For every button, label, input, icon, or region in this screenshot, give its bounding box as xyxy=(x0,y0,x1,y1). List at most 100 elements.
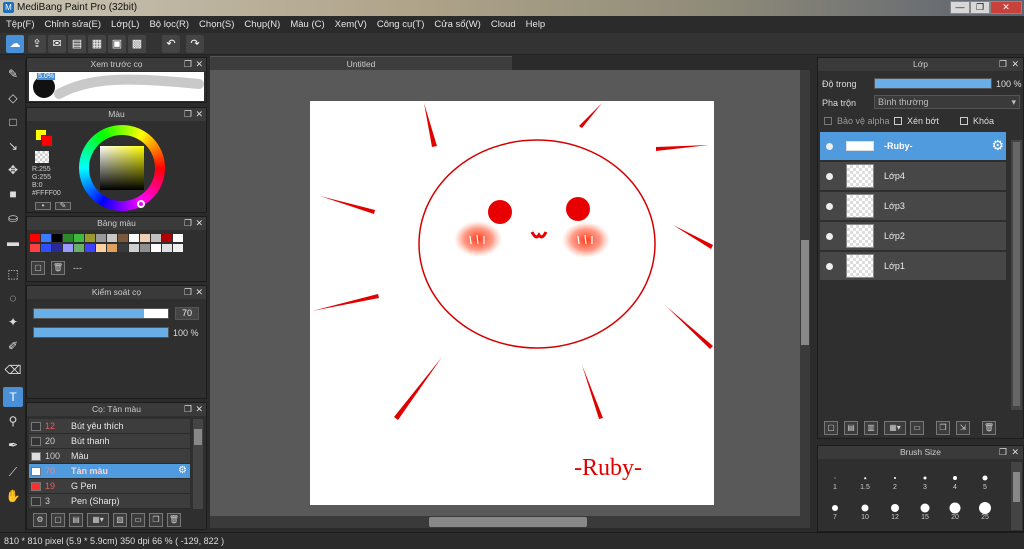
color-edit-button[interactable]: ✎ xyxy=(55,202,71,210)
close-button[interactable]: ✕ xyxy=(990,1,1022,14)
panel-close-icon[interactable]: ✕ xyxy=(1011,58,1019,71)
palette-swatch[interactable] xyxy=(52,234,62,242)
palette-swatch[interactable] xyxy=(74,244,84,252)
brush-duplicate-icon[interactable]: ❐ xyxy=(149,513,163,527)
palette-swatch[interactable] xyxy=(107,244,117,252)
menu-layer[interactable]: Lớp(L) xyxy=(111,16,139,33)
menu-filter[interactable]: Bộ lọc(R) xyxy=(149,16,189,33)
delete-palette-icon[interactable]: 🗑 xyxy=(51,261,65,275)
palette-swatch[interactable] xyxy=(162,244,172,252)
brush-opacity-slider[interactable] xyxy=(33,327,169,338)
panel-close-icon[interactable]: ✕ xyxy=(195,217,203,230)
share-icon[interactable]: ⇪ xyxy=(28,35,46,53)
panel-float-icon[interactable]: ❐ xyxy=(999,446,1007,459)
palette-swatch[interactable] xyxy=(85,244,95,252)
layer-row[interactable]: Lớp2 xyxy=(820,222,1006,251)
palette-swatch[interactable] xyxy=(74,234,84,242)
palette-swatch[interactable] xyxy=(129,234,139,242)
grid-icon[interactable]: ▩ xyxy=(128,35,146,53)
panel-float-icon[interactable]: ❐ xyxy=(184,286,192,299)
visibility-eye-icon[interactable] xyxy=(826,173,833,180)
clipping-checkbox[interactable] xyxy=(894,117,902,125)
panel-close-icon[interactable]: ✕ xyxy=(1011,446,1019,459)
canvas-vertical-scrollbar[interactable] xyxy=(800,70,810,516)
palette-swatch[interactable] xyxy=(129,244,139,252)
palette-swatch[interactable] xyxy=(30,234,40,242)
layer-list-scrollbar[interactable] xyxy=(1011,140,1022,410)
hand-tool-icon[interactable]: ✋ xyxy=(3,486,23,506)
brush-size-option[interactable]: 2 xyxy=(880,464,910,494)
brush-size-option[interactable]: 20 xyxy=(940,494,970,524)
visibility-eye-icon[interactable] xyxy=(826,143,833,150)
duplicate-layer-icon[interactable]: ❐ xyxy=(936,421,950,435)
cloud-icon[interactable]: ☁ xyxy=(6,35,24,53)
brush-list-item[interactable]: 20 Bút thanh xyxy=(29,434,190,449)
lock-checkbox[interactable] xyxy=(960,117,968,125)
palette-swatch[interactable] xyxy=(118,244,128,252)
menu-cloud[interactable]: Cloud xyxy=(491,16,516,33)
layer-opacity-slider[interactable] xyxy=(874,78,992,89)
eraser-tool-icon[interactable]: ◇ xyxy=(3,88,23,108)
menu-select[interactable]: Chọn(S) xyxy=(199,16,234,33)
brush-list-item[interactable]: 12 Bút yêu thích xyxy=(29,419,190,434)
chat-icon[interactable]: ▤ xyxy=(68,35,86,53)
brush-size-option[interactable]: 3 xyxy=(910,464,940,494)
drawing-canvas[interactable]: -Ruby- xyxy=(310,101,714,505)
canvas-area[interactable]: -Ruby- xyxy=(210,70,810,516)
menu-window[interactable]: Cửa sổ(W) xyxy=(434,16,480,33)
palette-swatch[interactable] xyxy=(162,234,172,242)
new-layer-1bit-icon[interactable]: ▥ xyxy=(864,421,878,435)
layer-row[interactable]: Lớp3 xyxy=(820,192,1006,221)
select-pen-icon[interactable]: ✐ xyxy=(3,336,23,356)
menu-snap[interactable]: Chụp(N) xyxy=(244,16,280,33)
canvas-horizontal-scrollbar[interactable] xyxy=(210,516,810,528)
saturation-value-square[interactable] xyxy=(100,146,144,190)
document-icon[interactable]: ▦ xyxy=(88,35,106,53)
transparent-swatch[interactable] xyxy=(35,151,49,163)
palette-swatch[interactable] xyxy=(41,244,51,252)
shape-tool-icon[interactable]: □ xyxy=(3,112,23,132)
add-layer-menu-icon[interactable]: ▦▾ xyxy=(884,421,906,435)
brush-tool-icon[interactable]: ✎ xyxy=(3,64,23,84)
brush-size-option[interactable]: 25 xyxy=(970,494,1000,524)
panel-float-icon[interactable]: ❐ xyxy=(999,58,1007,71)
palette-swatch[interactable] xyxy=(173,234,183,242)
layer-row[interactable]: Lớp1 xyxy=(820,252,1006,281)
brush-list-scrollbar[interactable] xyxy=(193,419,203,509)
brush-size-option[interactable]: 4 xyxy=(940,464,970,494)
hue-ring[interactable] xyxy=(79,125,165,211)
layer-row[interactable]: Lớp4 xyxy=(820,162,1006,191)
protect-alpha-checkbox[interactable] xyxy=(824,117,832,125)
panel-float-icon[interactable]: ❐ xyxy=(184,108,192,121)
brush-size-option[interactable]: 1 xyxy=(820,464,850,494)
brush-size-scrollbar[interactable] xyxy=(1011,462,1022,530)
new-layer-icon[interactable]: ▢ xyxy=(824,421,838,435)
palette-swatch[interactable] xyxy=(107,234,117,242)
palette-swatch[interactable] xyxy=(151,244,161,252)
panel-close-icon[interactable]: ✕ xyxy=(195,108,203,121)
panel-close-icon[interactable]: ✕ xyxy=(195,286,203,299)
magic-wand-icon[interactable]: ✦ xyxy=(3,312,23,332)
panel-close-icon[interactable]: ✕ xyxy=(195,403,203,416)
blend-mode-select[interactable]: Bình thường ▾ xyxy=(874,95,1020,109)
visibility-eye-icon[interactable] xyxy=(826,233,833,240)
visibility-eye-icon[interactable] xyxy=(826,263,833,270)
select-eraser-icon[interactable]: ⌫ xyxy=(3,360,23,380)
brush-size-option[interactable]: 10 xyxy=(850,494,880,524)
menu-view[interactable]: Xem(V) xyxy=(335,16,367,33)
gradient-tool-icon[interactable]: ▬ xyxy=(3,232,23,252)
undo-icon[interactable]: ↶ xyxy=(162,35,180,53)
document-tab[interactable]: Untitled xyxy=(210,56,512,70)
palette-swatch[interactable] xyxy=(140,234,150,242)
secondary-color-swatch[interactable] xyxy=(41,135,53,147)
panel-float-icon[interactable]: ❐ xyxy=(184,217,192,230)
brush-size-option[interactable]: 1.5 xyxy=(850,464,880,494)
text-tool-icon[interactable]: T xyxy=(3,387,23,407)
brush-size-option[interactable]: 5 xyxy=(970,464,1000,494)
palette-swatch[interactable] xyxy=(30,244,40,252)
brush-list-item[interactable]: 70 Tản màu ⚙ xyxy=(29,464,190,479)
menu-file[interactable]: Tệp(F) xyxy=(6,16,35,33)
menu-help[interactable]: Help xyxy=(526,16,546,33)
select-rect-icon[interactable]: ⬚ xyxy=(3,264,23,284)
palette-swatch[interactable] xyxy=(63,244,73,252)
